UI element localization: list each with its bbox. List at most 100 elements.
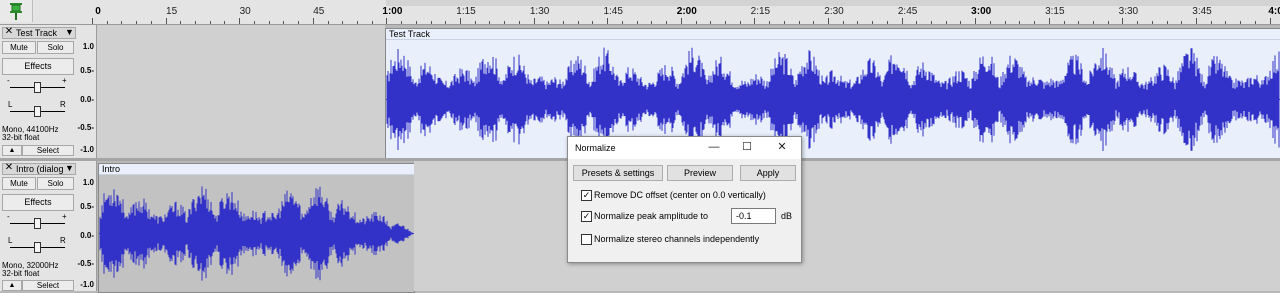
collapse-button[interactable]: ▲ (2, 280, 22, 291)
pan-right-label: R (60, 100, 66, 109)
ruler-tick (695, 21, 697, 24)
vertical-scale-1: 1.0 0.5- 0.0- -0.5- -1.0 (76, 25, 96, 158)
ruler-tick (577, 21, 579, 24)
mute-button[interactable]: Mute (2, 41, 36, 54)
ruler-tick (872, 21, 874, 24)
gain-plus-label: + (62, 76, 67, 85)
apply-button[interactable]: Apply (740, 165, 796, 181)
scale-label: -0.5- (77, 123, 94, 132)
ruler-tick (607, 18, 609, 24)
effects-button[interactable]: Effects (2, 194, 74, 211)
presets-settings-button[interactable]: Presets & settings (573, 165, 663, 181)
checkbox[interactable] (581, 234, 592, 245)
scale-label: 0.0- (80, 231, 94, 240)
remove-dc-offset-option[interactable]: ✓ Remove DC offset (center on 0.0 vertic… (581, 189, 791, 201)
preview-button[interactable]: Preview (667, 165, 733, 181)
ruler-label: 15 (166, 6, 178, 17)
collapse-button[interactable]: ▲ (2, 145, 22, 156)
ruler-tick (342, 21, 344, 24)
close-icon[interactable]: ✕ (4, 27, 14, 37)
audio-clip[interactable]: Intro (98, 163, 415, 293)
ruler-tick (724, 21, 726, 24)
close-icon[interactable]: ✕ (775, 140, 789, 154)
ruler-tick (842, 21, 844, 24)
ruler-tick (92, 18, 93, 24)
ruler-tick (356, 21, 358, 24)
scale-label: -0.5- (77, 259, 94, 268)
normalize-peak-option[interactable]: ✓ Normalize peak amplitude to (581, 210, 729, 222)
ruler-tick (239, 18, 241, 24)
track-bit-depth: 32-bit float (2, 269, 40, 278)
mute-button[interactable]: Mute (2, 177, 36, 190)
ruler-tick (769, 21, 771, 24)
ruler-tick (474, 21, 476, 24)
ruler-tick (1034, 21, 1036, 24)
pan-slider[interactable] (34, 106, 41, 117)
scale-label: 1.0 (82, 42, 94, 51)
pan-left-label: L (8, 100, 13, 109)
gain-slider[interactable] (34, 82, 41, 93)
ruler-label: 4:0 (1268, 6, 1280, 17)
close-icon[interactable]: ✕ (4, 163, 14, 173)
ruler-tick (165, 18, 167, 24)
ruler-tick (121, 21, 123, 24)
track-name: Intro (dialogu (16, 164, 64, 174)
ruler-tick (268, 21, 270, 24)
ruler-tick (563, 21, 565, 24)
effects-button[interactable]: Effects (2, 58, 74, 75)
ruler-tick (1078, 21, 1080, 24)
scale-label: -1.0 (80, 145, 94, 154)
pin-button[interactable] (0, 0, 33, 22)
ruler-tick (798, 21, 800, 24)
ruler-label: 30 (239, 6, 251, 17)
ruler-tick (209, 21, 211, 24)
ruler-tick (931, 21, 933, 24)
empty-track-area[interactable] (414, 161, 1280, 291)
ruler-tick (415, 21, 417, 24)
audio-clip[interactable]: Test Track (385, 28, 1280, 160)
scale-label: 0.5- (80, 66, 94, 75)
ruler-label: 3:45 (1192, 6, 1212, 17)
select-button[interactable]: Select (22, 145, 74, 156)
checkbox[interactable]: ✓ (581, 211, 592, 222)
pan-slider[interactable] (34, 242, 41, 253)
ruler-tick (916, 21, 918, 24)
track-bit-depth: 32-bit float (2, 133, 40, 142)
ruler-tick (1063, 21, 1065, 24)
checkbox[interactable]: ✓ (581, 190, 592, 201)
option-label: Remove DC offset (center on 0.0 vertical… (594, 190, 766, 200)
ruler-label: 1:15 (456, 6, 476, 17)
track-name-menu[interactable]: ✕ Intro (dialogu ▼ (2, 163, 76, 175)
ruler-tick (327, 21, 329, 24)
green-pin-icon (10, 3, 22, 20)
ruler-tick (136, 21, 138, 24)
solo-button[interactable]: Solo (37, 41, 74, 54)
ruler-tick (386, 18, 388, 24)
ruler-label: 1:00 (382, 6, 403, 17)
stereo-independent-option[interactable]: Normalize stereo channels independently (581, 233, 791, 245)
collapse-arrow-icon: ▲ (8, 282, 16, 289)
ruler-label: 0 (95, 6, 101, 17)
timeline-ruler[interactable]: 0 15 30 45 1:00 1:15 1:30 1:45 2:00 2:15 2:30 2:45 3… (0, 0, 1280, 25)
empty-track-area[interactable] (97, 25, 385, 158)
ruler-tick (312, 18, 314, 24)
dialog-titlebar[interactable]: Normalize — ☐ ✕ (568, 137, 801, 159)
select-button[interactable]: Select (22, 280, 74, 291)
dropdown-arrow-icon[interactable]: ▼ (65, 163, 74, 174)
ruler-tick (504, 21, 506, 24)
pan-right-label: R (60, 236, 66, 245)
scale-label: 0.5- (80, 202, 94, 211)
ruler-tick (1048, 18, 1050, 24)
collapse-arrow-icon: ▲ (8, 147, 16, 154)
ruler-tick (960, 21, 962, 24)
minimize-icon[interactable]: — (707, 140, 721, 154)
ruler-tick (371, 21, 373, 24)
solo-button[interactable]: Solo (37, 177, 74, 190)
maximize-icon[interactable]: ☐ (740, 140, 754, 154)
pan-left-label: L (8, 236, 13, 245)
peak-amplitude-input[interactable]: -0.1 (731, 208, 776, 224)
gain-slider[interactable] (34, 218, 41, 229)
option-label: Normalize peak amplitude to (594, 211, 709, 221)
dropdown-arrow-icon[interactable]: ▼ (65, 27, 74, 38)
track-name-menu[interactable]: ✕ Test Track ▼ (2, 27, 76, 39)
